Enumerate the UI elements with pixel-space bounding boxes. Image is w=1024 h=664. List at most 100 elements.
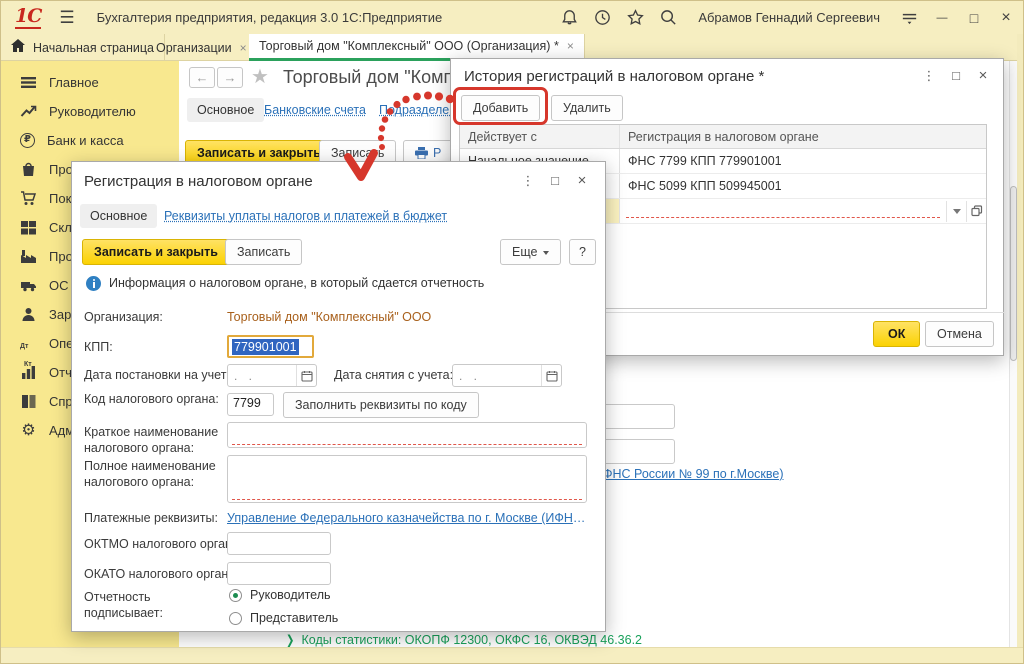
highlight-add-button: [453, 87, 548, 125]
expand-chevron-icon[interactable]: ❯: [286, 632, 294, 647]
close-tab-icon[interactable]: ×: [240, 41, 247, 55]
help-button[interactable]: ?: [569, 239, 596, 265]
short-name-label: Краткое наименование налогового органа:: [84, 425, 227, 456]
main-scrollbar-thumb[interactable]: [1010, 186, 1017, 361]
sidebar-item-main[interactable]: Главное: [1, 71, 179, 93]
radio-icon: [229, 612, 242, 625]
full-name-field[interactable]: [227, 455, 587, 503]
shopping-cart-icon: [20, 190, 37, 207]
fill-by-code-button[interactable]: Заполнить реквизиты по коду: [283, 392, 479, 418]
tab-organization-card[interactable]: Торговый дом "Комплексный" ООО (Организа…: [249, 34, 585, 61]
radio-representative[interactable]: Представитель: [229, 611, 338, 625]
organization-label: Организация:: [84, 310, 227, 326]
dialog-menu-icon[interactable]: ⋮: [520, 173, 536, 189]
reg-tab-main[interactable]: Основное: [80, 204, 157, 228]
dialog-maximize-icon[interactable]: □: [547, 173, 563, 188]
service-menu-icon[interactable]: [900, 8, 919, 27]
tax-code-label: Код налогового органа:: [84, 392, 227, 408]
delete-button[interactable]: Удалить: [551, 95, 623, 121]
window-right-border: [1017, 34, 1024, 664]
tab-home[interactable]: Начальная страница: [1, 34, 165, 61]
dialog-close-icon[interactable]: ×: [975, 67, 991, 84]
history-icon[interactable]: [593, 8, 612, 27]
main-menu-icon[interactable]: ☰: [59, 9, 74, 26]
info-icon: [86, 276, 101, 291]
reg-save-close-button[interactable]: Записать и закрыть: [82, 239, 230, 265]
tab-bar: Начальная страница Организации × Торговы…: [1, 34, 1024, 61]
sidebar-item-bank-cash[interactable]: ₽ Банк и касса: [1, 129, 179, 151]
date-registered-label: Дата постановки на учет:: [84, 368, 227, 384]
registration-dialog-title: Регистрация в налоговом органе: [84, 173, 313, 190]
organization-value[interactable]: Торговый дом "Комплексный" ООО: [227, 310, 431, 324]
column-header-registration[interactable]: Регистрация в налоговом органе: [620, 125, 986, 148]
full-name-label: Полное наименование налогового органа:: [84, 459, 227, 490]
okato-label: ОКАТО налогового органа:: [84, 567, 227, 583]
more-button[interactable]: Еще: [500, 239, 561, 265]
tab-label: Торговый дом "Комплексный" ООО (Организа…: [259, 39, 559, 53]
search-icon[interactable]: [659, 8, 678, 27]
close-tab-icon[interactable]: ×: [567, 39, 574, 53]
tab-label: Организации: [156, 41, 232, 55]
form-tab-main[interactable]: Основное: [187, 98, 264, 122]
dialog-menu-icon[interactable]: ⋮: [921, 68, 937, 84]
info-text: Информация о налоговом органе, в который…: [109, 276, 484, 290]
maximize-button[interactable]: □: [965, 10, 983, 26]
calendar-icon[interactable]: [296, 365, 316, 386]
user-name[interactable]: Абрамов Геннадий Сергеевич: [698, 10, 880, 25]
dialog-maximize-icon[interactable]: □: [948, 68, 964, 83]
bar-chart-icon: [20, 364, 37, 381]
menu-lines-icon: [20, 74, 37, 91]
app-title: Бухгалтерия предприятия, редакция 3.0 1С…: [97, 10, 443, 25]
notifications-bell-icon[interactable]: [560, 8, 579, 27]
caret-down-icon: [543, 251, 549, 255]
okato-field[interactable]: [227, 562, 331, 585]
column-header-valid-from[interactable]: Действует с: [460, 125, 620, 148]
1c-logo-icon: 1С: [15, 7, 41, 29]
new-registration-field[interactable]: [626, 204, 940, 218]
favorite-star-icon[interactable]: ★: [251, 64, 269, 89]
cancel-button[interactable]: Отмена: [925, 321, 994, 347]
radio-director[interactable]: Руководитель: [229, 588, 331, 602]
history-dialog-title: История регистраций в налоговом органе *: [464, 68, 764, 85]
book-icon: [20, 393, 37, 410]
gear-icon: ⚙: [20, 422, 37, 439]
tax-code-field[interactable]: 7799: [227, 393, 274, 416]
radio-icon: [229, 589, 242, 602]
ok-button[interactable]: ОК: [873, 321, 920, 347]
kpp-selected-text: 779901001: [232, 339, 299, 355]
oktmo-label: ОКТМО налогового органа:: [84, 537, 227, 553]
oktmo-field[interactable]: [227, 532, 331, 555]
annotation-arrow: [331, 81, 461, 186]
short-name-field[interactable]: [227, 422, 587, 448]
status-bar: [1, 647, 1024, 664]
reg-tab-requisites[interactable]: Реквизиты уплаты налогов и платежей в бю…: [164, 209, 447, 223]
reg-save-button[interactable]: Записать: [225, 239, 302, 265]
date-registered-field[interactable]: . .: [227, 364, 317, 387]
date-deregistered-field[interactable]: . .: [452, 364, 562, 387]
fns-link[interactable]: ФНС России № 99 по г.Москве): [603, 467, 784, 481]
date-deregistered-label: Дата снятия с учета:: [334, 368, 453, 384]
minimize-button[interactable]: —: [933, 12, 951, 24]
statistics-codes-line[interactable]: ❯Коды статистики: ОКОПФ 12300, ОКФС 16, …: [285, 632, 642, 647]
open-choice-button[interactable]: [966, 201, 986, 222]
home-icon: [11, 39, 25, 56]
sidebar-item-manager[interactable]: Руководителю: [1, 100, 179, 122]
favorites-star-icon[interactable]: [626, 8, 645, 27]
payment-requisites-label: Платежные реквизиты:: [84, 511, 227, 527]
tab-label: Начальная страница: [33, 41, 154, 55]
back-button[interactable]: ←: [189, 67, 215, 88]
kpp-label: КПП:: [84, 340, 227, 356]
tab-organizations[interactable]: Организации ×: [146, 34, 258, 61]
trend-chart-icon: [20, 103, 37, 120]
factory-icon: [20, 248, 37, 265]
registration-dialog: Регистрация в налоговом органе ⋮ □ × Осн…: [71, 161, 606, 632]
dialog-close-icon[interactable]: ×: [574, 172, 590, 189]
payment-requisites-link[interactable]: Управление Федерального казначейства по …: [227, 511, 589, 525]
dropdown-button[interactable]: [946, 201, 966, 222]
calendar-icon[interactable]: [541, 365, 561, 386]
warehouse-grid-icon: [20, 219, 37, 236]
forward-button[interactable]: →: [217, 67, 243, 88]
title-bar: 1С ☰ Бухгалтерия предприятия, редакция 3…: [1, 1, 1024, 34]
close-button[interactable]: ×: [997, 9, 1015, 27]
kpp-field[interactable]: 779901001: [227, 335, 314, 358]
